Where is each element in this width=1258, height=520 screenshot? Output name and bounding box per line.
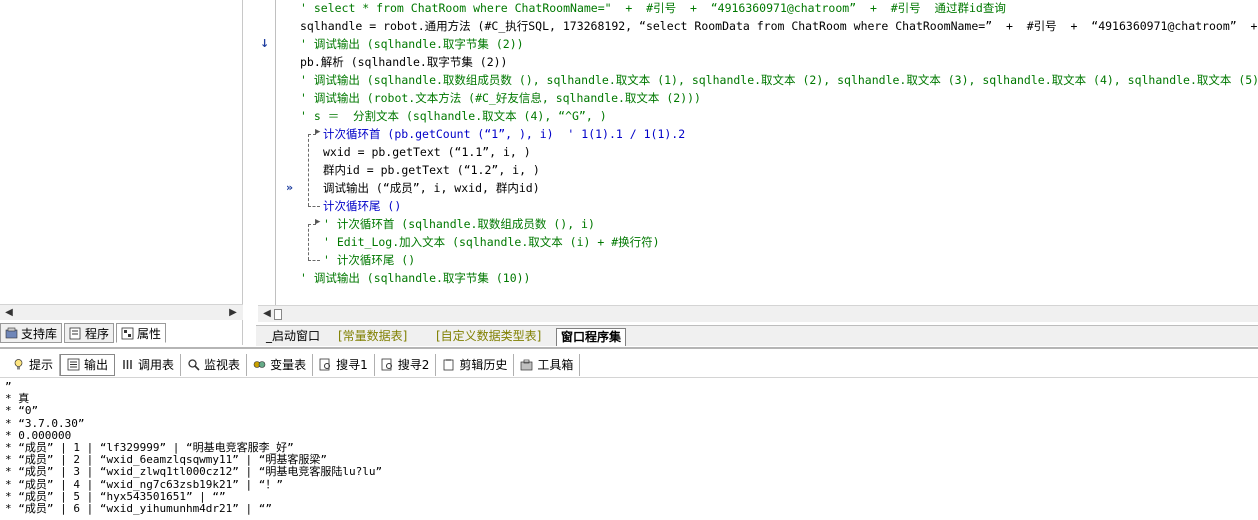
- code-line[interactable]: ' 调试输出 (robot.文本方法 (#C_好友信息, sqlhandle.取…: [300, 89, 701, 107]
- tab-watch[interactable]: 监视表: [181, 353, 248, 376]
- tab-label: 剪辑历史: [459, 358, 508, 372]
- tab-search-1[interactable]: 搜寻1: [313, 353, 375, 376]
- code-line[interactable]: ' Edit_Log.加入文本 (sqlhandle.取文本 (i) + #换行…: [323, 233, 660, 251]
- code-hscrollbar[interactable]: ◀: [258, 305, 1258, 322]
- tab-search-2[interactable]: 搜寻2: [375, 353, 437, 376]
- loop-bracket: [308, 224, 309, 260]
- debug-output-pane[interactable]: ” * 真 * “0” * “3.7.0.30” * 0.000000 * “成…: [0, 380, 1258, 520]
- output-line: * “3.7.0.30”: [5, 416, 85, 430]
- left-panel-hscrollbar[interactable]: ◀ ▶: [0, 304, 243, 320]
- loop-bracket: [308, 260, 320, 261]
- tab-toolbox[interactable]: 工具箱: [514, 353, 581, 376]
- output-line: * “成员” | 6 | “wxid_yihumunhm4dr21” | “”: [5, 502, 273, 516]
- search-icon: [319, 358, 331, 371]
- bottom-panel-tabs: 提示 输出 调用表 监视表 变量表 搜寻1 搜寻2 剪辑历史 工具箱: [0, 352, 1258, 378]
- left-panel-tabs: 支持库 程序 属性: [0, 323, 243, 345]
- tab-constants-table[interactable]: [常量数据表]: [334, 328, 411, 346]
- output-line: * 真: [5, 392, 30, 406]
- tab-program[interactable]: 程序: [64, 323, 115, 343]
- output-line: ”: [5, 380, 12, 393]
- loop-arrow-icon: ▶: [315, 127, 321, 137]
- tab-label: 输出: [84, 358, 109, 372]
- tab-label: 搜寻1: [336, 358, 368, 372]
- tab-library[interactable]: 支持库: [0, 323, 63, 343]
- code-line[interactable]: ' 计次循环尾 (): [323, 251, 415, 269]
- program-icon: [69, 327, 81, 339]
- tab-label: 提示: [29, 358, 54, 372]
- code-line[interactable]: ' s ＝ 分割文本 (sqlhandle.取文本 (4), “^G”, ): [300, 107, 607, 125]
- tab-program-label: 程序: [85, 326, 110, 341]
- code-line[interactable]: ' 调试输出 (sqlhandle.取字节集 (2)): [300, 35, 524, 53]
- code-line[interactable]: pb.解析 (sqlhandle.取字节集 (2)): [300, 53, 507, 71]
- code-line[interactable]: ' select * from ChatRoom where ChatRoomN…: [300, 0, 1006, 17]
- tab-label: _启动窗口: [266, 329, 321, 343]
- code-line[interactable]: 计次循环尾 (): [323, 197, 401, 215]
- current-line-icon: »: [286, 181, 294, 194]
- code-line[interactable]: ' 调试输出 (sqlhandle.取数组成员数 (), sqlhandle.取…: [300, 71, 1258, 89]
- scroll-thumb[interactable]: [274, 309, 282, 320]
- tab-call-table[interactable]: 调用表: [115, 353, 182, 376]
- loop-arrow-icon: ▶: [315, 217, 321, 227]
- scroll-right-icon[interactable]: ▶: [226, 306, 240, 320]
- tab-output[interactable]: 输出: [60, 353, 116, 376]
- tab-property-label: 属性: [137, 326, 162, 341]
- tab-startup-window[interactable]: _启动窗口: [262, 328, 324, 346]
- code-editor[interactable]: ' select * from ChatRoom where ChatRoomN…: [300, 0, 1258, 300]
- tab-label: 监视表: [204, 358, 241, 372]
- vars-icon: [253, 361, 266, 368]
- tab-label: [自定义数据类型表]: [436, 329, 542, 343]
- tab-library-label: 支持库: [21, 326, 58, 341]
- tab-label: 变量表: [270, 358, 307, 372]
- scroll-left-icon[interactable]: ◀: [2, 306, 16, 320]
- output-icon: [67, 358, 80, 371]
- toolbox-icon: [521, 359, 533, 371]
- scroll-left-icon[interactable]: ◀: [260, 307, 274, 321]
- code-line[interactable]: ' 调试输出 (sqlhandle.取字节集 (10)): [300, 269, 530, 287]
- pane-divider[interactable]: [0, 347, 1258, 349]
- tip-icon: [14, 359, 23, 370]
- tab-label: 工具箱: [537, 358, 574, 372]
- tab-label: 搜寻2: [397, 358, 430, 372]
- calltable-icon: [123, 360, 132, 369]
- gutter-separator: [275, 0, 276, 305]
- code-line[interactable]: sqlhandle = robot.通用方法 (#C_执行SQL, 173268…: [300, 17, 1258, 35]
- clipboard-icon: [443, 359, 454, 371]
- tab-label: 调用表: [138, 358, 175, 372]
- tab-custom-types-table[interactable]: [自定义数据类型表]: [432, 328, 545, 346]
- ide-top-region: ◀ ▶ 支持库 程序 属性 ↓ » ' select * from ChatRo…: [0, 0, 1258, 346]
- output-line: * “成员” | 4 | “wxid_ng7c63zsb19k21” | “！”: [5, 477, 284, 491]
- code-line[interactable]: 群内id = pb.getText (“1.2”, i, ): [323, 161, 540, 179]
- search2-icon: [381, 358, 392, 371]
- code-line[interactable]: 调试输出 (“成员”, i, wxid, 群内id): [323, 179, 540, 197]
- code-line[interactable]: wxid = pb.getText (“1.1”, i, ): [323, 143, 531, 161]
- library-icon: [5, 327, 18, 338]
- step-marker-icon: ↓: [260, 37, 270, 50]
- property-icon: [121, 327, 134, 339]
- tab-property[interactable]: 属性: [116, 323, 167, 343]
- tab-window-assembly[interactable]: 窗口程序集: [556, 328, 627, 346]
- tab-clip-history[interactable]: 剪辑历史: [436, 353, 515, 376]
- document-tabs: _启动窗口 [常量数据表] [自定义数据类型表] 窗口程序集: [256, 325, 1258, 346]
- code-line[interactable]: ' 计次循环首 (sqlhandle.取数组成员数 (), i): [323, 215, 595, 233]
- loop-bracket: [308, 206, 320, 207]
- tab-variables[interactable]: 变量表: [247, 353, 314, 376]
- watch-icon: [188, 359, 200, 371]
- tab-label: 窗口程序集: [561, 330, 622, 344]
- project-tree-panel[interactable]: ◀ ▶ 支持库 程序 属性: [0, 0, 243, 345]
- loop-bracket: [308, 134, 309, 206]
- output-line: * “成员” | 3 | “wxid_zlwq1tl000cz12” | “明基…: [5, 465, 383, 479]
- output-line: * “0”: [5, 404, 39, 418]
- code-line[interactable]: 计次循环首 (pb.getCount (“1”, ), i) ' 1(1).1 …: [323, 125, 685, 143]
- tab-label: [常量数据表]: [338, 329, 408, 343]
- tab-tip[interactable]: 提示: [6, 353, 61, 376]
